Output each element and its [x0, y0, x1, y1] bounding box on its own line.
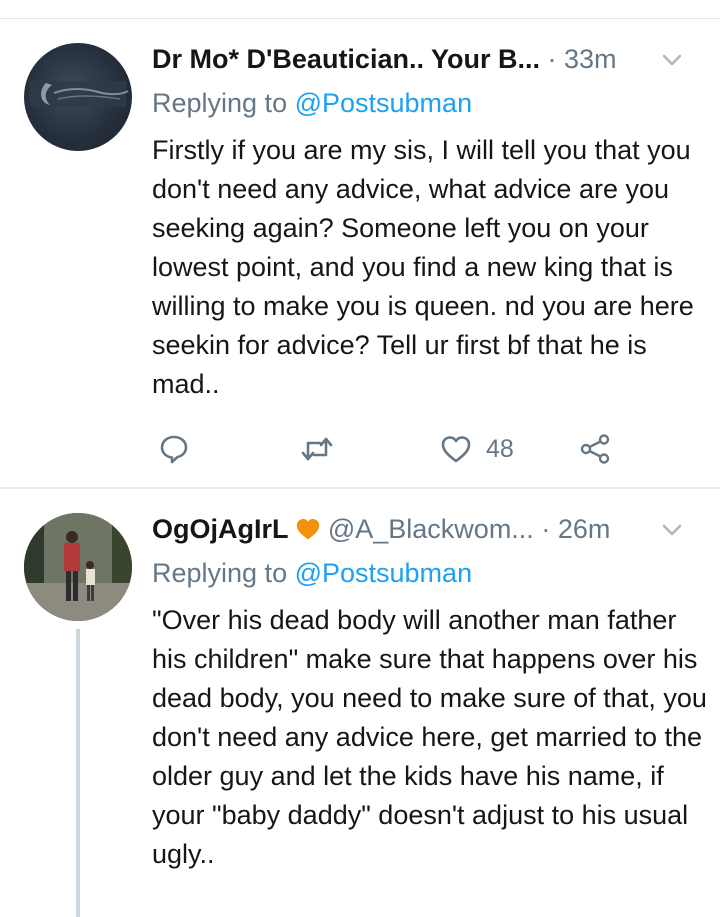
reply-icon [160, 435, 188, 464]
tweet-card[interactable]: Dr Mo* D'Beautician.. Your B... · 33m Re… [0, 19, 720, 487]
orange-heart-icon [289, 517, 328, 544]
user-handle[interactable]: @A_Blackwom... [328, 514, 534, 544]
share-icon [580, 434, 610, 464]
avatar-photo-image [24, 513, 132, 621]
like-button[interactable]: 48 [440, 429, 514, 469]
heart-icon [441, 436, 471, 463]
tweet-header: OgOjAgIrL @A_Blackwom... · 26m [152, 509, 700, 549]
tweet-text: "Over his dead body will another man fat… [152, 605, 707, 869]
avatar-logo-image [30, 81, 129, 107]
mention-link[interactable]: @Postsubman [295, 88, 473, 118]
display-name[interactable]: OgOjAgIrL [152, 514, 289, 544]
chevron-down-icon[interactable] [658, 515, 686, 543]
mention-link[interactable]: @Postsubman [295, 558, 473, 588]
replying-to-label: Replying to [152, 558, 295, 588]
tweet-text: Firstly if you are my sis, I will tell y… [152, 135, 694, 399]
display-name[interactable]: Dr Mo* D'Beautician.. Your B... [152, 44, 540, 74]
replying-to-label: Replying to [152, 88, 295, 118]
replying-to: Replying to @Postsubman [152, 555, 472, 591]
reply-button[interactable] [158, 429, 190, 469]
share-button[interactable] [580, 429, 612, 469]
chevron-down-icon[interactable] [658, 45, 686, 73]
avatar[interactable] [24, 513, 132, 621]
thread-line [76, 629, 80, 917]
tweet-card[interactable]: OgOjAgIrL @A_Blackwom... · 26m Replying … [0, 489, 720, 917]
replying-to: Replying to @Postsubman [152, 85, 472, 121]
avatar[interactable] [24, 43, 132, 151]
retweet-icon [301, 437, 333, 461]
action-bar: 48 [152, 429, 692, 469]
timestamp[interactable]: · 33m [548, 44, 617, 74]
tweet-header: Dr Mo* D'Beautician.. Your B... · 33m [152, 39, 700, 79]
like-count: 48 [486, 434, 514, 463]
retweet-button[interactable] [300, 429, 334, 469]
timestamp[interactable]: · 26m [541, 514, 610, 544]
